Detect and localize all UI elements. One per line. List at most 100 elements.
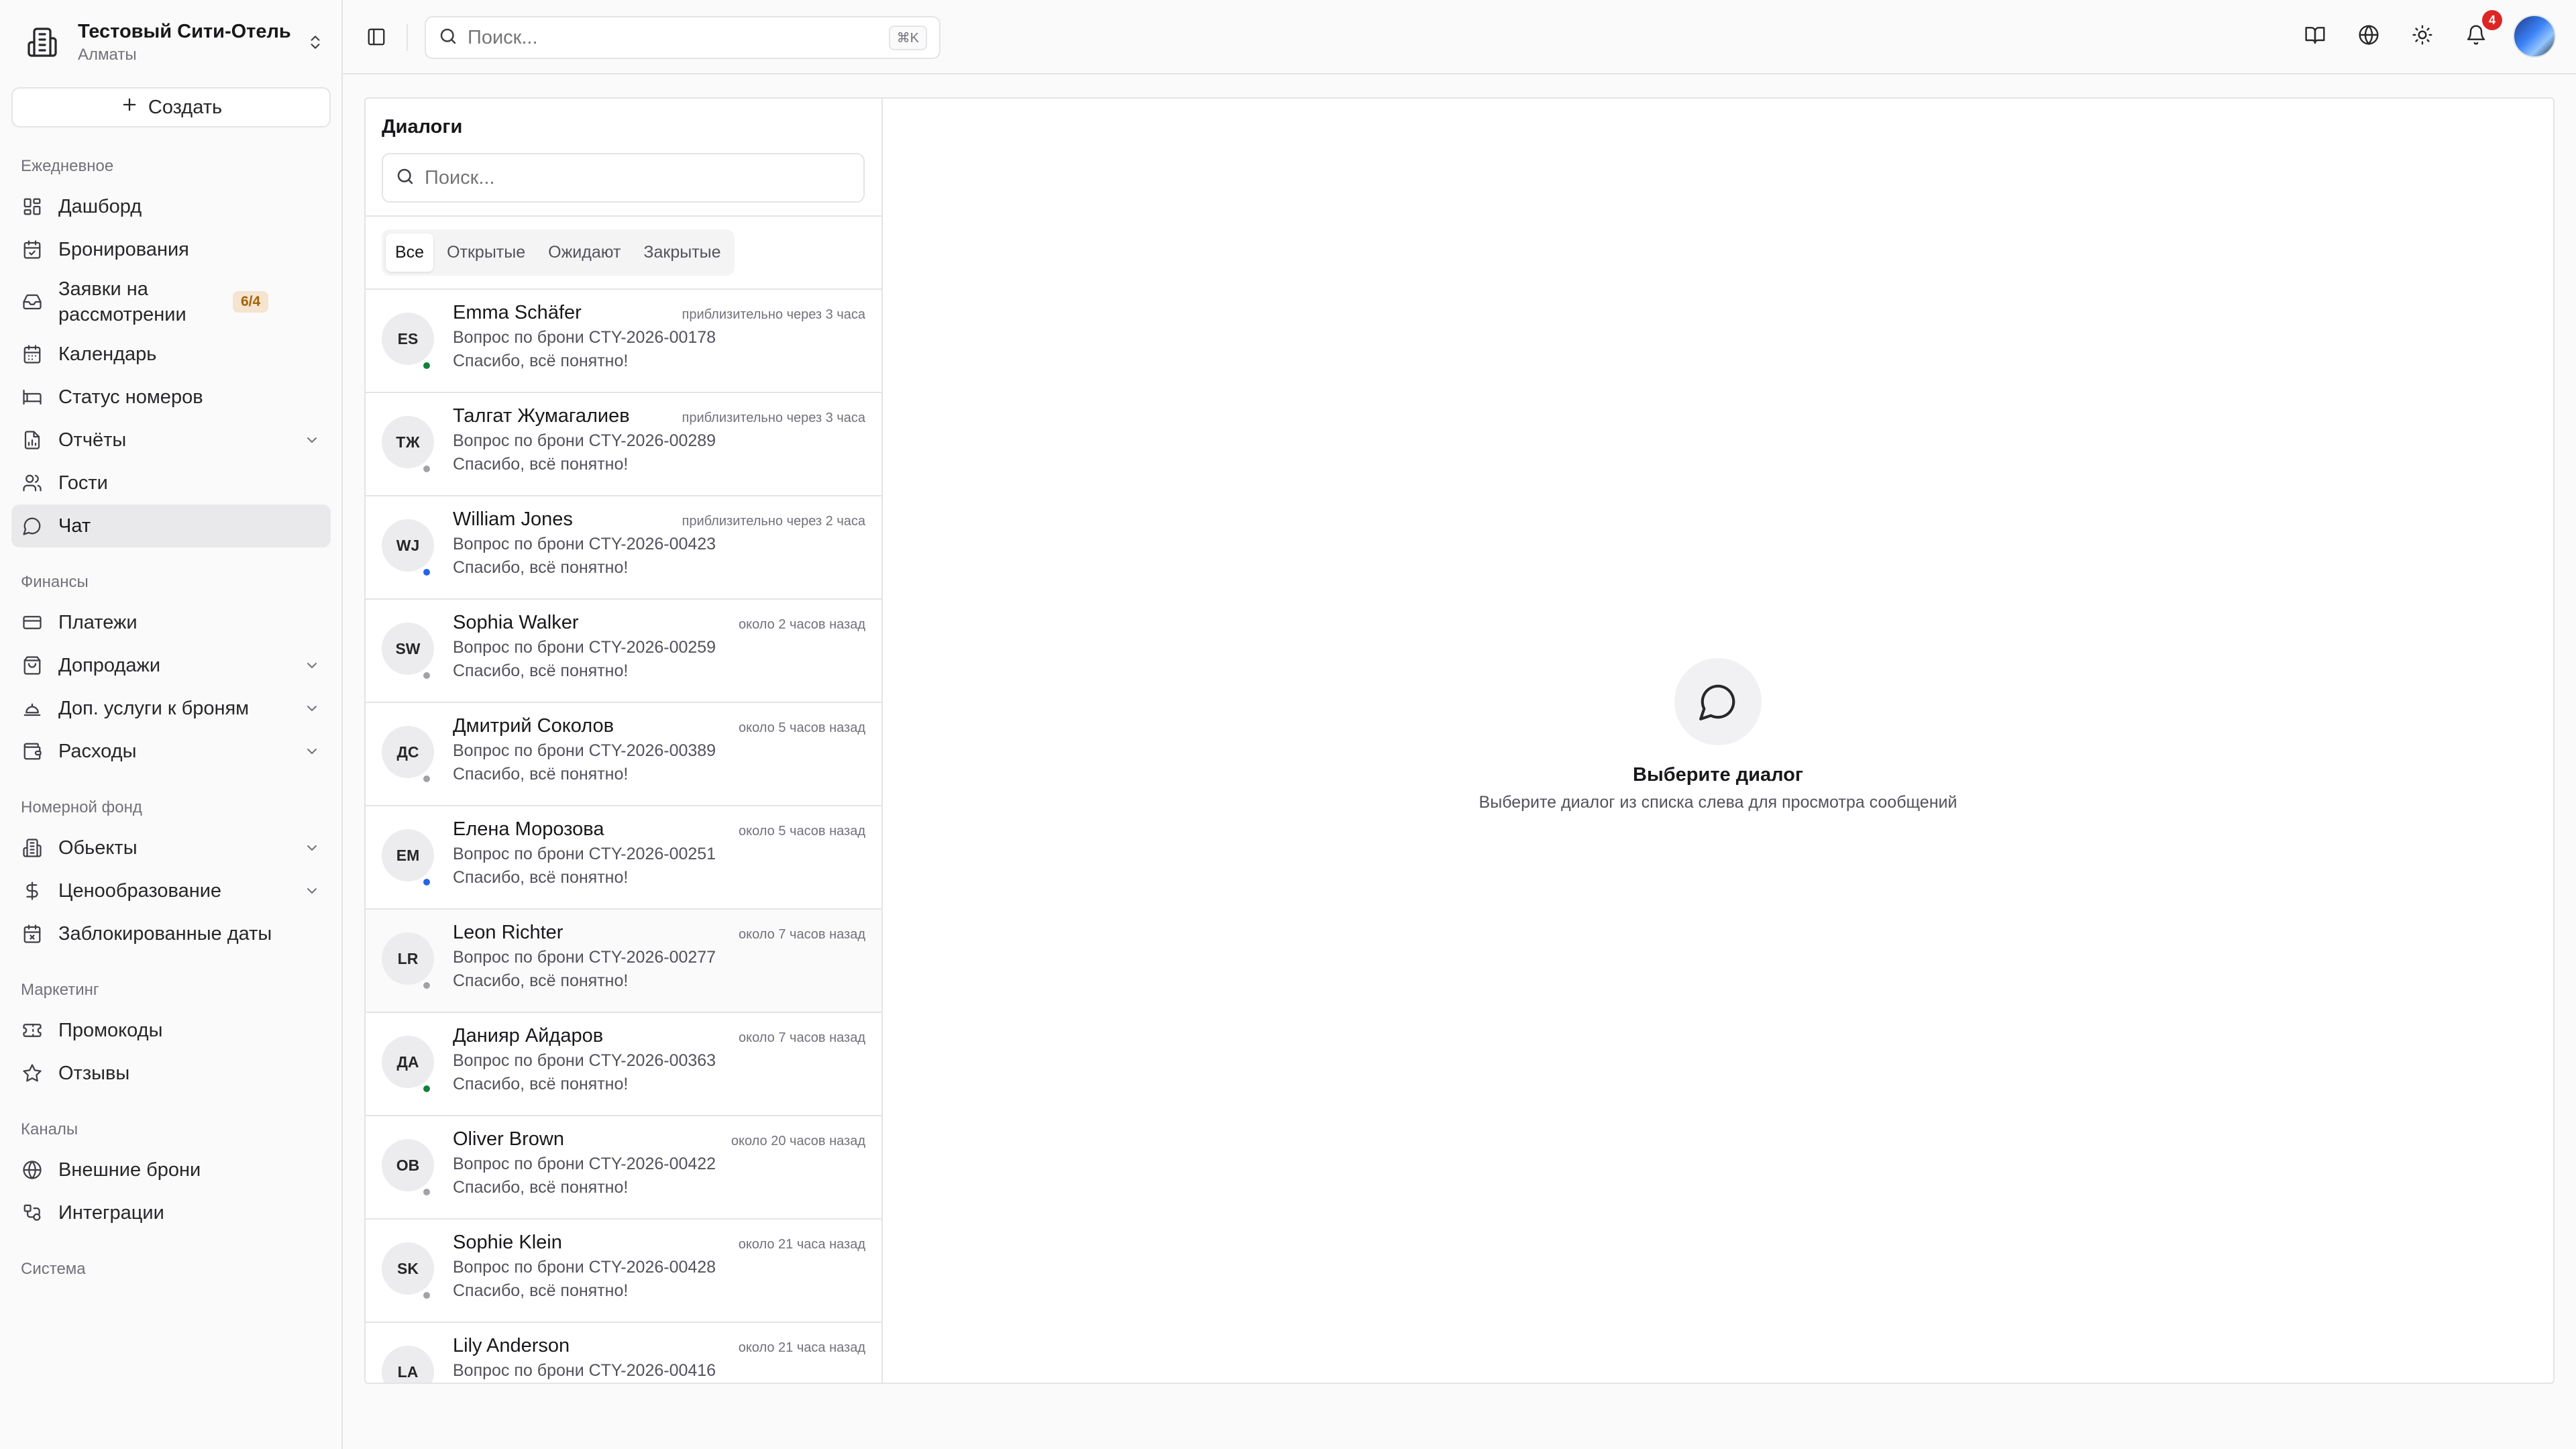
dialog-header: Lily Anderson около 21 часа назад (453, 1335, 865, 1357)
nav-group: Каналы Внешние брони Интеграции (11, 1111, 331, 1234)
global-search-input[interactable] (468, 26, 879, 49)
dialogs-search-input[interactable] (425, 166, 851, 189)
sidebar-item-label: Интеграции (58, 1202, 164, 1224)
avatar-initials: ЕМ (396, 846, 420, 864)
dialog-content: Oliver Brown около 20 часов назад Вопрос п… (453, 1128, 865, 1218)
language-button[interactable] (2352, 19, 2385, 53)
contact-name: Sophia Walker (453, 612, 579, 633)
filter-tab[interactable]: Открытые (437, 233, 535, 272)
sidebar-item[interactable]: Допродажи (11, 644, 331, 687)
theme-toggle-button[interactable] (2406, 19, 2439, 53)
dialog-last-message: Спасибо, всё понятно! (453, 868, 629, 887)
dialog-content: William Jones приблизительно через 2 часа… (453, 508, 865, 598)
sidebar-toggle-button[interactable] (363, 23, 390, 50)
docs-button[interactable] (2298, 19, 2332, 53)
sidebar-item[interactable]: Расходы (11, 730, 331, 773)
sidebar-item[interactable]: Промокоды (11, 1009, 331, 1052)
avatar-initials: SW (395, 639, 421, 657)
contact-avatar: ДС (382, 726, 434, 784)
sidebar-item[interactable]: Ценообразование (11, 869, 331, 912)
dialog-list-item[interactable]: LR Leon Richter около 7 часов назад Вопрос … (366, 910, 881, 1013)
sidebar-item-label: Платежи (58, 612, 138, 633)
calendar-check-icon (21, 238, 44, 261)
contact-avatar: WJ (382, 519, 434, 577)
dialog-list-item[interactable]: LA Lily Anderson около 21 часа назад Вопрос… (366, 1323, 881, 1383)
global-search[interactable]: ⌘K (425, 16, 941, 59)
dialog-header: Emma Schäfer приблизительно через 3 часа (453, 302, 865, 324)
book-open-icon (2304, 24, 2326, 49)
dialogs-list-column: Диалоги ВсеОткрытыеОжидаютЗакрытые ES Emm… (366, 99, 883, 1383)
sidebar-item-label: Доп. услуги к броням (58, 698, 250, 719)
divider (407, 24, 408, 51)
nav-group: Номерной фонд Обьекты Ценообразование Забло… (11, 789, 331, 955)
sidebar-item[interactable]: Гости (11, 462, 331, 504)
nav-group: Финансы Платежи Допродажи Доп. услуги к бро… (11, 564, 331, 773)
filter-tab[interactable]: Все (386, 233, 434, 272)
dialog-last-message: Спасибо, всё понятно! (453, 765, 629, 784)
create-button[interactable]: Создать (11, 87, 331, 127)
users-icon (21, 472, 44, 494)
sidebar-item[interactable]: Внешние брони (11, 1148, 331, 1191)
sidebar-item[interactable]: Дашборд (11, 185, 331, 228)
nav-group-label: Маркетинг (21, 981, 99, 999)
dialog-list-item[interactable]: WJ William Jones приблизительно через 2 ча… (366, 496, 881, 600)
notifications-button[interactable]: 4 (2459, 10, 2502, 53)
sidebar-item-label: Отзывы (58, 1063, 130, 1084)
dialog-list-item[interactable]: ES Emma Schäfer приблизительно через 3 час… (366, 290, 881, 393)
dialog-list-item[interactable]: SK Sophie Klein около 21 часа назад Вопрос … (366, 1220, 881, 1323)
bed-icon (21, 386, 44, 409)
building-icon (21, 837, 44, 859)
sidebar-item-label: Отчёты (58, 429, 127, 451)
status-dot (422, 774, 431, 784)
sidebar-item[interactable]: Обьекты (11, 826, 331, 869)
dialog-list-item[interactable]: ЕМ Елена Морозова около 5 часов назад Вопро… (366, 806, 881, 910)
contact-avatar: ТЖ (382, 416, 434, 474)
dialog-list-item[interactable]: ДС Дмитрий Соколов около 5 часов назад Вопр… (366, 703, 881, 806)
dialog-list-item[interactable]: ТЖ Талгат Жумагалиев приблизительно через … (366, 393, 881, 496)
contact-name: Lily Anderson (453, 1335, 570, 1356)
sidebar-item[interactable]: Календарь (11, 333, 331, 376)
status-dot (422, 877, 431, 887)
status-dot (422, 1084, 431, 1093)
sidebar-item[interactable]: Заблокированные даты (11, 912, 331, 955)
sidebar-item[interactable]: Статус номеров (11, 376, 331, 419)
sidebar-item[interactable]: Заявки на рассмотрении 6/4 (11, 271, 331, 333)
chevron-down-icon (303, 657, 321, 674)
sidebar-item-label: Бронирования (58, 239, 189, 260)
dialog-time: около 5 часов назад (738, 720, 865, 735)
calendar-icon (21, 343, 44, 366)
filter-tab[interactable]: Ожидают (539, 233, 630, 272)
dialog-list-item[interactable]: OB Oliver Brown около 20 часов назад Вопрос… (366, 1116, 881, 1220)
dialog-list-item[interactable]: SW Sophia Walker около 2 часов назад Вопрос… (366, 600, 881, 703)
chevron-down-icon (303, 700, 321, 716)
dialogs-search[interactable] (382, 153, 865, 203)
dialog-last-message: Спасибо, всё понятно! (453, 1281, 629, 1300)
sidebar-item[interactable]: Отзывы (11, 1052, 331, 1095)
contact-avatar: ES (382, 313, 434, 370)
contact-name: Дмитрий Соколов (453, 715, 614, 737)
nav-group: Ежедневное Дашборд Бронирования Заявки на р… (11, 148, 331, 547)
nav-group: Система (11, 1250, 331, 1288)
sidebar-item[interactable]: Чат (11, 504, 331, 547)
credit-card-icon (21, 611, 44, 634)
sidebar-item[interactable]: Платежи (11, 601, 331, 644)
org-switcher[interactable]: Тестовый Сити-Отель Алматы (13, 13, 329, 71)
dialog-content: Елена Морозова около 5 часов назад Вопрос … (453, 818, 865, 908)
dialog-list-item[interactable]: ДА Данияр Айдаров около 7 часов назад Вопро… (366, 1013, 881, 1116)
dialog-subject: Вопрос по брони CTY-2026-00423 (453, 535, 716, 553)
sidebar-item[interactable]: Доп. услуги к броням (11, 687, 331, 730)
sidebar-item-label: Внешние брони (58, 1159, 201, 1181)
filter-tab[interactable]: Закрытые (634, 233, 730, 272)
sidebar-item-label: Гости (58, 472, 108, 494)
sidebar-item[interactable]: Интеграции (11, 1191, 331, 1234)
dialog-last-message: Спасибо, всё понятно! (453, 352, 629, 370)
dashboard-icon (21, 195, 44, 218)
user-avatar[interactable] (2513, 15, 2556, 58)
nav-group-label: Каналы (21, 1120, 78, 1138)
dollar-icon (21, 879, 44, 902)
sidebar-item-label: Чат (58, 515, 91, 537)
chevrons-up-down-icon (302, 34, 329, 51)
dialog-last-message: Спасибо, всё понятно! (453, 661, 629, 680)
sidebar-item[interactable]: Бронирования (11, 228, 331, 271)
sidebar-item[interactable]: Отчёты (11, 419, 331, 462)
